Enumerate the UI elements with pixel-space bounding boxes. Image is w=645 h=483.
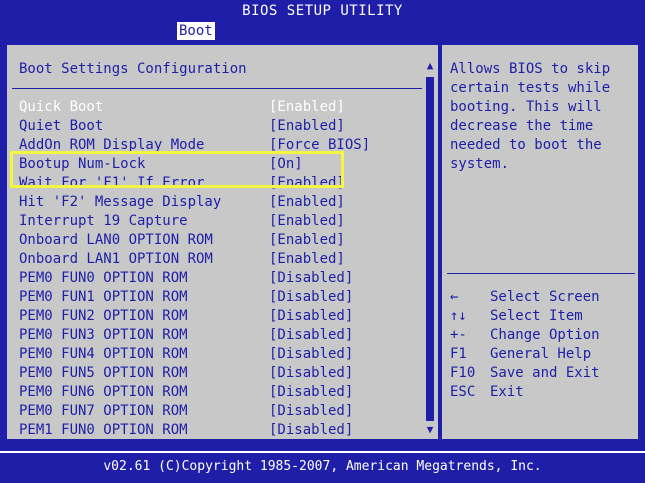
setting-label: PEM0 FUN0 OPTION ROM xyxy=(19,270,188,286)
setting-row[interactable]: PEM0 FUN4 OPTION ROM [Disabled] xyxy=(7,345,427,364)
setting-row[interactable]: PEM0 FUN6 OPTION ROM [Disabled] xyxy=(7,383,427,402)
setting-row[interactable]: PEM0 FUN5 OPTION ROM [Disabled] xyxy=(7,364,427,383)
setting-row[interactable]: Hit 'F2' Message Display [Enabled] xyxy=(7,193,427,212)
key-description: Select Item xyxy=(490,308,583,324)
setting-value[interactable]: [Disabled] xyxy=(269,402,353,421)
setting-label: Bootup Num-Lock xyxy=(19,156,146,172)
settings-list: Quick Boot [Enabled] Quiet Boot [Enabled] Ad… xyxy=(7,98,427,438)
help-text: Allows BIOS to skip certain tests while … xyxy=(450,61,611,172)
setting-label: PEM0 FUN4 OPTION ROM xyxy=(19,346,188,362)
setting-value[interactable]: [Disabled] xyxy=(269,421,353,438)
scroll-track[interactable] xyxy=(426,77,434,421)
setting-value[interactable]: [Disabled] xyxy=(269,326,353,345)
section-divider xyxy=(12,88,422,89)
setting-row[interactable]: PEM0 FUN3 OPTION ROM [Disabled] xyxy=(7,326,427,345)
setting-value[interactable]: [Enabled] xyxy=(269,193,345,212)
setting-row[interactable]: Interrupt 19 Capture [Enabled] xyxy=(7,212,427,231)
setting-value[interactable]: [Enabled] xyxy=(269,174,345,193)
key-name: ESC xyxy=(450,384,476,400)
setting-row[interactable]: Quick Boot [Enabled] xyxy=(7,98,427,117)
setting-row[interactable]: PEM0 FUN7 OPTION ROM [Disabled] xyxy=(7,402,427,421)
scrollbar[interactable]: ▲ ▼ xyxy=(424,55,436,440)
setting-row[interactable]: PEM0 FUN2 OPTION ROM [Disabled] xyxy=(7,307,427,326)
setting-label: Quiet Boot xyxy=(19,118,104,134)
setting-row[interactable]: PEM0 FUN0 OPTION ROM [Disabled] xyxy=(7,269,427,288)
key-description: Exit xyxy=(490,384,524,400)
help-panel: Allows BIOS to skip certain tests while … xyxy=(440,43,640,441)
setting-value[interactable]: [Enabled] xyxy=(269,231,345,250)
setting-row[interactable]: Wait For 'F1' If Error [Enabled] xyxy=(7,174,427,193)
key-name: ← xyxy=(450,289,459,305)
setting-row[interactable]: Onboard LAN0 OPTION ROM [Enabled] xyxy=(7,231,427,250)
setting-label: Quick Boot xyxy=(19,99,104,115)
section-title: Boot Settings Configuration xyxy=(19,61,247,77)
key-description: General Help xyxy=(490,346,592,362)
setting-label: Onboard LAN0 OPTION ROM xyxy=(19,232,213,248)
key-description: Select Screen xyxy=(490,289,600,305)
setting-row[interactable]: PEM0 FUN1 OPTION ROM [Disabled] xyxy=(7,288,427,307)
footer-divider xyxy=(0,451,645,453)
key-legend-row: F10 Save and Exit xyxy=(450,364,640,383)
setting-value[interactable]: [Disabled] xyxy=(269,269,353,288)
key-description: Change Option xyxy=(490,327,600,343)
setting-row[interactable]: Bootup Num-Lock [On] xyxy=(7,155,427,174)
copyright-footer: v02.61 (C)Copyright 1985-2007, American … xyxy=(103,459,542,474)
setting-value[interactable]: [Force BIOS] xyxy=(269,136,370,155)
setting-value[interactable]: [Enabled] xyxy=(269,212,345,231)
scroll-down-icon[interactable]: ▼ xyxy=(424,424,436,436)
setting-value[interactable]: [Disabled] xyxy=(269,288,353,307)
setting-value[interactable]: [Enabled] xyxy=(269,98,345,117)
scroll-up-icon[interactable]: ▲ xyxy=(424,60,436,72)
setting-value[interactable]: [Enabled] xyxy=(269,117,345,136)
setting-label: AddOn ROM Display Mode xyxy=(19,137,205,153)
setting-label: Hit 'F2' Message Display xyxy=(19,194,222,210)
key-legend-row: ↑↓ Select Item xyxy=(450,307,640,326)
key-legend-row: +- Change Option xyxy=(450,326,640,345)
setting-label: PEM0 FUN7 OPTION ROM xyxy=(19,403,188,419)
setting-row[interactable]: Quiet Boot [Enabled] xyxy=(7,117,427,136)
setting-value[interactable]: [Disabled] xyxy=(269,345,353,364)
setting-label: PEM0 FUN1 OPTION ROM xyxy=(19,289,188,305)
tab-boot[interactable]: Boot xyxy=(177,22,215,40)
bios-title: BIOS SETUP UTILITY xyxy=(0,0,645,22)
key-legend-row: F1 General Help xyxy=(450,345,640,364)
setting-value[interactable]: [On] xyxy=(269,155,303,174)
setting-row[interactable]: AddOn ROM Display Mode [Force BIOS] xyxy=(7,136,427,155)
key-name: F10 xyxy=(450,365,476,381)
setting-label: PEM0 FUN6 OPTION ROM xyxy=(19,384,188,400)
key-legend-row: ← Select Screen xyxy=(450,288,640,307)
menu-bar: Boot xyxy=(0,22,645,42)
setting-value[interactable]: [Disabled] xyxy=(269,383,353,402)
setting-label: PEM1 FUN0 OPTION ROM xyxy=(19,422,188,438)
key-description: Save and Exit xyxy=(490,365,600,381)
boot-settings-panel: Boot Settings Configuration Quick Boot [E… xyxy=(5,43,440,441)
key-name: F1 xyxy=(450,346,467,362)
setting-label: PEM0 FUN5 OPTION ROM xyxy=(19,365,188,381)
setting-label: PEM0 FUN2 OPTION ROM xyxy=(19,308,188,324)
key-legend-row: ESC Exit xyxy=(450,383,640,402)
key-name: ↑↓ xyxy=(450,308,467,324)
setting-label: PEM0 FUN3 OPTION ROM xyxy=(19,327,188,343)
key-name: +- xyxy=(450,327,467,343)
setting-value[interactable]: [Disabled] xyxy=(269,364,353,383)
setting-row[interactable]: PEM1 FUN0 OPTION ROM [Disabled] xyxy=(7,421,427,438)
setting-value[interactable]: [Enabled] xyxy=(269,250,345,269)
help-divider xyxy=(447,273,635,274)
setting-label: Wait For 'F1' If Error xyxy=(19,175,205,191)
setting-label: Onboard LAN1 OPTION ROM xyxy=(19,251,213,267)
setting-label: Interrupt 19 Capture xyxy=(19,213,188,229)
setting-row[interactable]: Onboard LAN1 OPTION ROM [Enabled] xyxy=(7,250,427,269)
key-legend: ← Select Screen ↑↓ Select Item +- Change Opti… xyxy=(450,288,640,402)
setting-value[interactable]: [Disabled] xyxy=(269,307,353,326)
